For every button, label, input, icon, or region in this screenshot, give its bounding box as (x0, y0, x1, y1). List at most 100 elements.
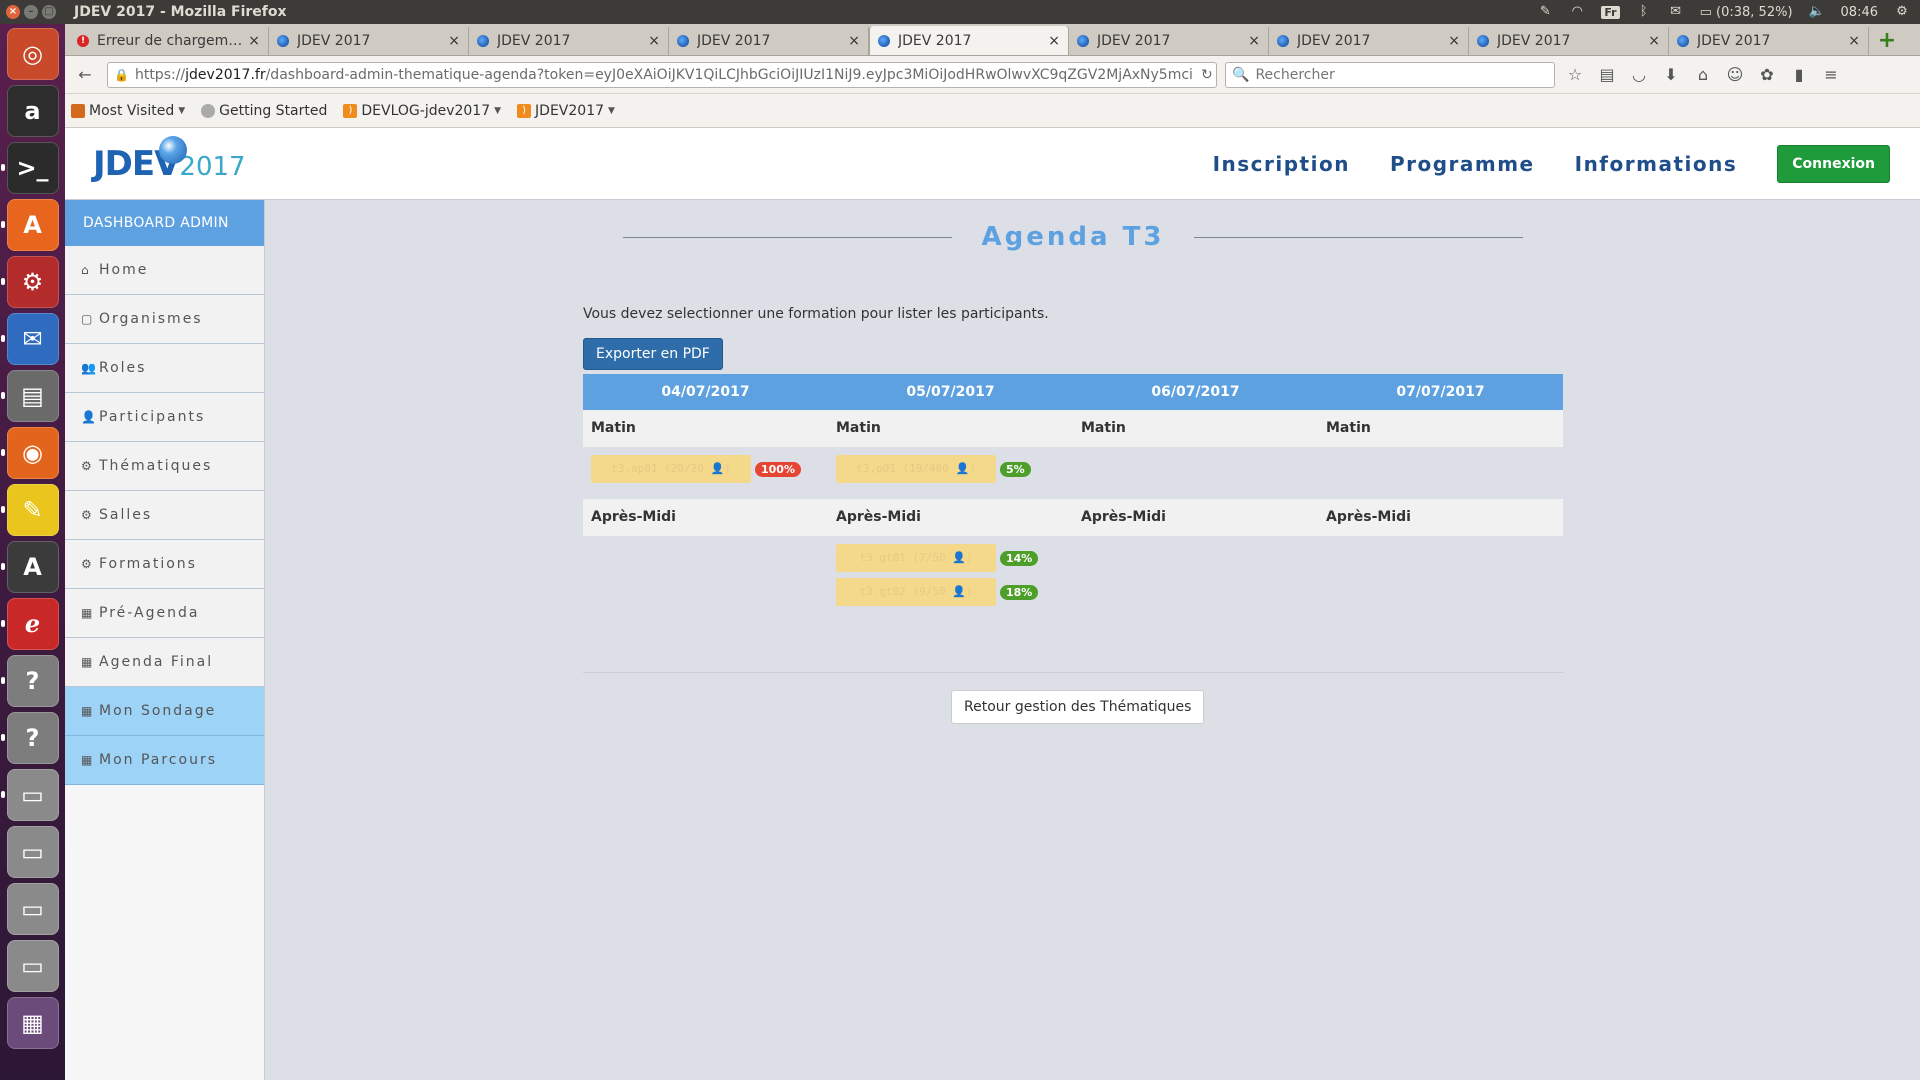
sidebar-item-pre-agenda[interactable]: ▦ Pré-Agenda (65, 589, 264, 638)
launcher-acrobat-reader-icon[interactable]: ℯ (0, 598, 59, 650)
launcher-drive-3-icon[interactable]: ▭ (6, 883, 59, 935)
tab-close-icon[interactable]: × (1448, 33, 1460, 49)
bluetooth-icon[interactable]: ᛒ (1636, 5, 1652, 19)
training-code[interactable]: t3.gt02 (9/50 👤) (836, 578, 996, 606)
keyboard-layout-indicator[interactable]: Fr (1601, 5, 1620, 19)
launcher-drive-1-icon[interactable]: ▭ (0, 769, 59, 821)
launcher-workspaces-icon[interactable]: ▦ (6, 997, 59, 1049)
sidebar-item-home[interactable]: ⌂ Home (65, 246, 264, 295)
tab[interactable]: JDEV 2017 × (1269, 27, 1469, 55)
sidebar-item-formations[interactable]: ⚙ Formations (65, 540, 264, 589)
chat-icon[interactable]: ☺ (1723, 63, 1747, 87)
launcher-ubuntu-dash-icon[interactable]: ◎ (6, 28, 59, 80)
favicon-icon (1477, 35, 1489, 47)
instruction-text: Vous devez selectionner une formation po… (583, 306, 1049, 322)
nav-informations[interactable]: Informations (1575, 152, 1738, 176)
mail-icon[interactable]: ✉ (1668, 5, 1684, 19)
tab[interactable]: JDEV 2017 × (1069, 27, 1269, 55)
launcher-software-center-icon[interactable]: A (0, 199, 59, 251)
launcher-update-manager-icon[interactable]: A (0, 541, 59, 593)
tab-close-icon[interactable]: × (1648, 33, 1660, 49)
launcher-thunderbird-icon[interactable]: ✉ (0, 313, 59, 365)
launcher-files-icon[interactable]: ▤ (0, 370, 59, 422)
tab-close-icon[interactable]: × (448, 33, 460, 49)
launcher-unknown-app-1-icon[interactable]: ? (0, 655, 59, 707)
sidebar-item-label: Salles (99, 507, 153, 523)
colorful-extension-icon[interactable]: ✿ (1755, 63, 1779, 87)
back-to-thematiques-button[interactable]: Retour gestion des Thématiques (951, 690, 1205, 724)
clipboard-icon[interactable]: ▮ (1787, 63, 1811, 87)
search-input[interactable] (1255, 66, 1546, 83)
training-slot[interactable]: t3.gt02 (9/50 👤) 18% (836, 578, 1065, 606)
tab[interactable]: JDEV 2017 × (1469, 27, 1669, 55)
tab[interactable]: JDEV 2017 × (669, 27, 869, 55)
window-close-button[interactable]: × (6, 5, 20, 19)
window-maximize-button[interactable]: □ (42, 5, 56, 19)
training-code[interactable]: t3.ap01 (20/20 👤) (591, 455, 751, 483)
sidebar-item-mon-sondage[interactable]: ▦ Mon Sondage (65, 687, 264, 736)
clock[interactable]: 08:46 (1841, 5, 1878, 20)
jdev-logo[interactable]: JDEV 2017 (93, 135, 246, 184)
training-slot[interactable]: t3.gt01 (7/50 👤) 14% (836, 544, 1065, 572)
notes-icon[interactable]: ✎ (1537, 5, 1553, 19)
running-indicator (0, 677, 5, 684)
export-pdf-button[interactable]: Exporter en PDF (583, 338, 723, 370)
tab-close-icon[interactable]: × (1248, 33, 1260, 49)
battery-indicator[interactable]: ▭ (0:38, 52%) (1700, 5, 1793, 20)
connexion-button[interactable]: Connexion (1777, 144, 1890, 183)
launcher-unknown-app-2-icon[interactable]: ? (0, 712, 59, 764)
tab-close-icon[interactable]: × (1048, 33, 1060, 49)
sidebar-item-participants[interactable]: 👤 Participants (65, 393, 264, 442)
bookmark-most-visited[interactable]: Most Visited ▼ (71, 103, 185, 119)
sidebar-item-mon-parcours[interactable]: ▦ Mon Parcours (65, 736, 264, 785)
tab-close-icon[interactable]: × (848, 33, 860, 49)
volume-icon[interactable]: 🔈 (1809, 5, 1825, 19)
reload-icon[interactable]: ↻ (1193, 67, 1213, 83)
pocket-icon[interactable]: ◡ (1627, 63, 1651, 87)
training-slot[interactable]: t3.ap01 (20/20 👤) 100% (591, 455, 820, 483)
launcher-firefox-icon[interactable]: ◉ (0, 427, 59, 479)
new-tab-plus-icon[interactable]: + (1873, 27, 1901, 55)
window-minimize-button[interactable]: – (24, 5, 38, 19)
training-slot[interactable]: t3.p01 (19/400 👤) 5% (836, 455, 1065, 483)
launcher-drive-2-icon[interactable]: ▭ (6, 826, 59, 878)
launcher-system-settings-icon[interactable]: ⚙ (0, 256, 59, 308)
bookmark-jdev2017[interactable]: ) JDEV2017 ▼ (517, 103, 615, 119)
reading-list-icon[interactable]: ▤ (1595, 63, 1619, 87)
nav-programme[interactable]: Programme (1390, 152, 1535, 176)
sidebar-item-roles[interactable]: 👥 Roles (65, 344, 264, 393)
menu-hamburger-icon[interactable]: ≡ (1819, 63, 1843, 87)
search-bar[interactable]: 🔍 (1225, 61, 1555, 88)
training-code[interactable]: t3.gt01 (7/50 👤) (836, 544, 996, 572)
bookmark-star-icon[interactable]: ☆ (1563, 63, 1587, 87)
launcher-drive-4-icon[interactable]: ▭ (6, 940, 59, 992)
launcher-terminal-icon[interactable]: >_ (0, 142, 59, 194)
tab[interactable]: JDEV 2017 × (469, 27, 669, 55)
back-arrow-icon[interactable]: ← (71, 61, 99, 89)
slot-cell (1318, 447, 1563, 499)
day-header: 06/07/2017 (1151, 384, 1240, 400)
sidebar-item-agenda-final[interactable]: ▦ Agenda Final (65, 638, 264, 687)
training-code[interactable]: t3.p01 (19/400 👤) (836, 455, 996, 483)
bookmark-devlog-jdev2017[interactable]: ) DEVLOG-jdev2017 ▼ (343, 103, 501, 119)
favicon-icon (477, 35, 489, 47)
launcher-text-editor-icon[interactable]: ✎ (0, 484, 59, 536)
bookmark-getting-started[interactable]: Getting Started (201, 103, 327, 119)
tab[interactable]: ! Erreur de chargement × (69, 27, 269, 55)
tab-close-icon[interactable]: × (248, 33, 260, 49)
nav-inscription[interactable]: Inscription (1213, 152, 1350, 176)
tab-active[interactable]: JDEV 2017 × (869, 26, 1069, 55)
session-gear-icon[interactable]: ⚙ (1894, 5, 1910, 19)
launcher-amazon-icon[interactable]: a (6, 85, 59, 137)
url-bar[interactable]: 🔒 https://jdev2017.fr/dashboard-admin-th… (107, 61, 1217, 88)
tab[interactable]: JDEV 2017 × (269, 27, 469, 55)
tab[interactable]: JDEV 2017 × (1669, 27, 1869, 55)
sidebar-item-salles[interactable]: ⚙ Salles (65, 491, 264, 540)
sidebar-item-thematiques[interactable]: ⚙ Thématiques (65, 442, 264, 491)
download-icon[interactable]: ⬇ (1659, 63, 1683, 87)
wifi-icon[interactable]: ◠ (1569, 5, 1585, 19)
tab-close-icon[interactable]: × (648, 33, 660, 49)
tab-close-icon[interactable]: × (1848, 33, 1860, 49)
sidebar-item-organismes[interactable]: ▢ Organismes (65, 295, 264, 344)
home-icon[interactable]: ⌂ (1691, 63, 1715, 87)
